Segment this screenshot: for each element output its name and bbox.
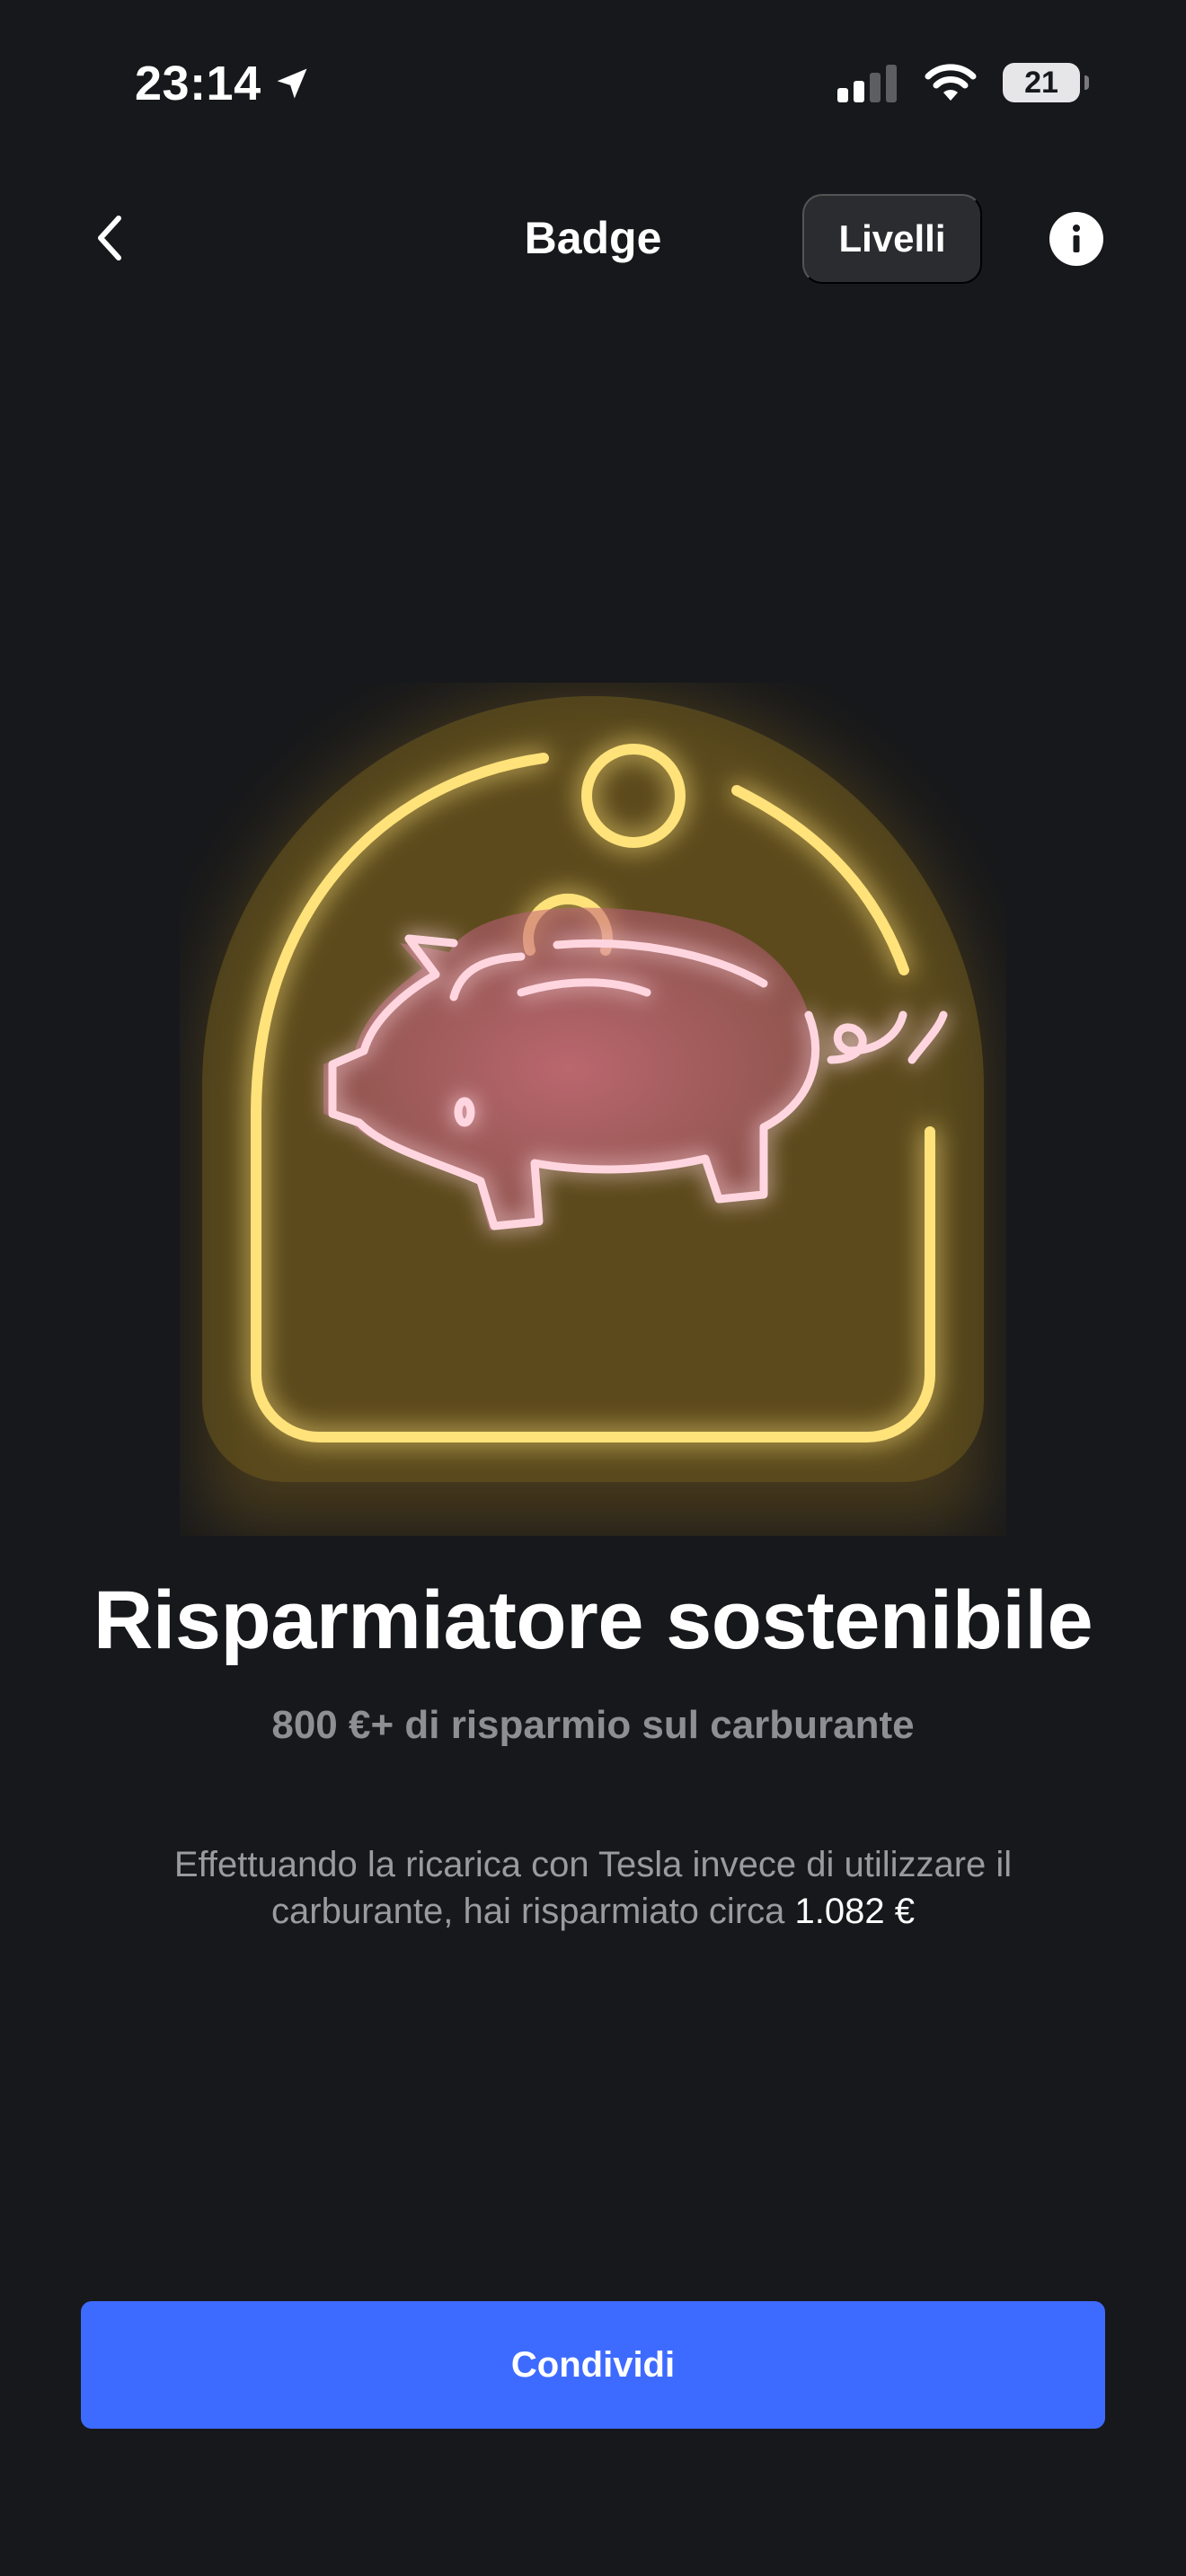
page-title: Badge [524, 213, 662, 263]
badge-subtitle: 800 €+ di risparmio sul carburante [271, 1703, 915, 1747]
signal-icon [837, 65, 897, 102]
battery-tip [1084, 75, 1089, 90]
status-time-text: 23:14 [135, 57, 261, 110]
info-button[interactable] [1049, 212, 1103, 266]
info-icon [1073, 225, 1080, 252]
battery-level: 21 [1024, 65, 1058, 100]
status-time: 23:14 [135, 56, 312, 111]
wifi-icon [925, 64, 977, 101]
levels-button[interactable]: Livelli [802, 194, 982, 284]
battery-icon: 21 [1003, 63, 1089, 102]
badge-title: Risparmiatore sostenibile [93, 1575, 1093, 1666]
location-arrow-icon [277, 68, 307, 99]
piggy-bank-neon-icon [202, 692, 984, 1527]
badge-description: Effettuando la ricarica con Tesla invece… [117, 1841, 1069, 1935]
status-icons: 21 [837, 63, 1089, 102]
savings-amount: 1.082 € [794, 1892, 915, 1931]
share-button[interactable]: Condividi [81, 2301, 1105, 2429]
